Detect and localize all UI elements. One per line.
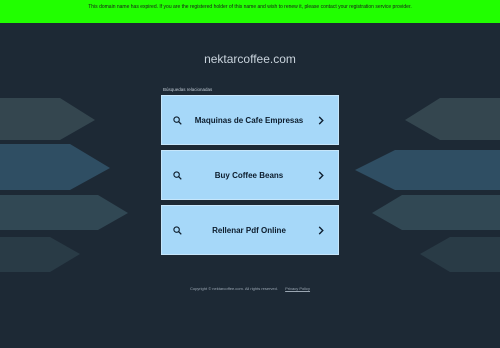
related-search-link-2[interactable]: Buy Coffee Beans — [161, 150, 339, 200]
footer: Copyright © nektarcoffee.com. All rights… — [0, 286, 500, 291]
chevron-right-icon — [312, 115, 330, 125]
related-search-link-1[interactable]: Maquinas de Cafe Empresas — [161, 95, 339, 145]
related-search-link-3[interactable]: Rellenar Pdf Online — [161, 205, 339, 255]
chevron-right-icon — [312, 170, 330, 180]
related-search-label: Maquinas de Cafe Empresas — [194, 115, 304, 125]
expired-notice-text: This domain name has expired. If you are… — [88, 4, 412, 10]
search-icon — [168, 170, 186, 180]
copyright-text: Copyright © nektarcoffee.com. All rights… — [189, 286, 278, 291]
privacy-policy-link[interactable]: Privacy Policy — [285, 286, 310, 291]
search-icon — [168, 115, 186, 125]
expired-notice-banner: This domain name has expired. If you are… — [0, 0, 500, 23]
related-search-label: Buy Coffee Beans — [214, 170, 284, 180]
chevron-right-icon — [312, 225, 330, 235]
domain-title: nektarcoffee.com — [204, 52, 296, 66]
related-searches-label: Búsquedas relacionadas — [163, 87, 213, 92]
related-search-label: Rellenar Pdf Online — [212, 225, 286, 235]
search-icon — [168, 225, 186, 235]
